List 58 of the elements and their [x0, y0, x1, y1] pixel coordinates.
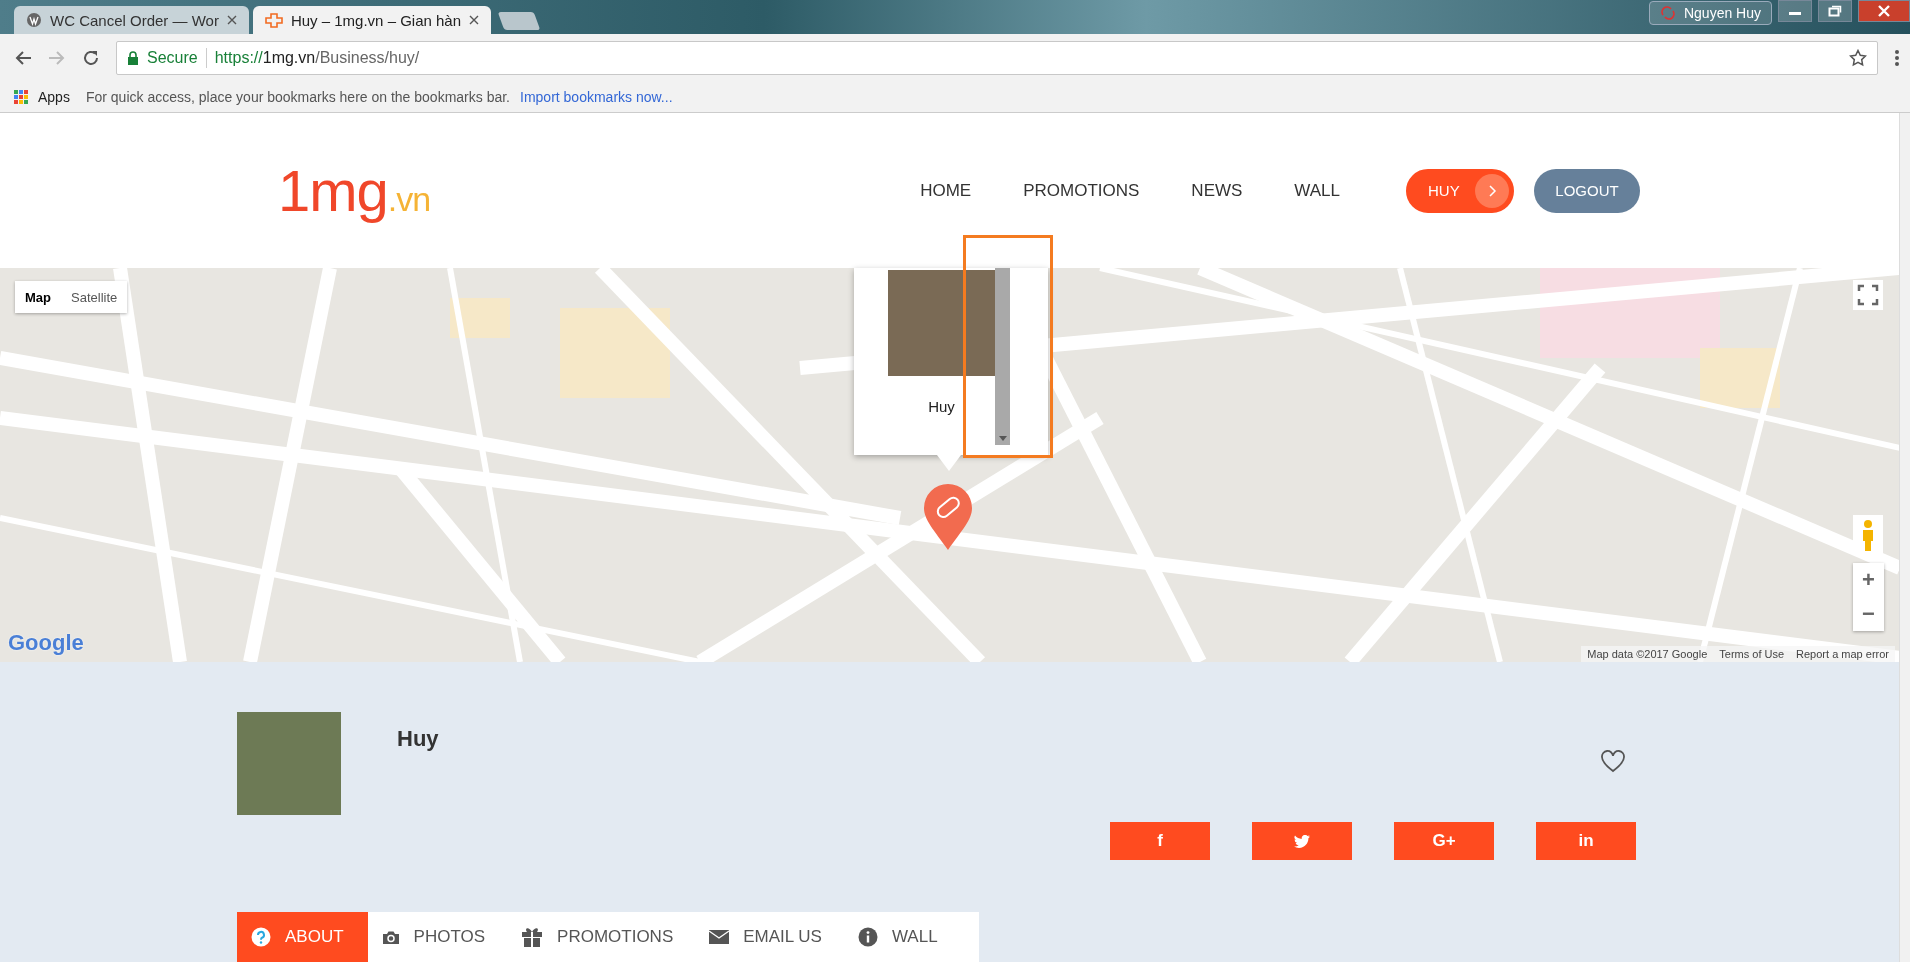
close-icon: [1877, 5, 1891, 17]
star-icon[interactable]: [1849, 49, 1867, 67]
scrollbar[interactable]: [1899, 113, 1910, 962]
maximize-button[interactable]: [1818, 0, 1852, 22]
logout-button[interactable]: LOGOUT: [1534, 168, 1641, 213]
secure-label: Secure: [147, 49, 198, 67]
twitter-share-button[interactable]: [1252, 822, 1352, 860]
profile-tab[interactable]: EMAIL US: [695, 912, 844, 962]
apps-grid-icon[interactable]: [14, 90, 28, 104]
zoom-out-button[interactable]: −: [1853, 597, 1884, 631]
nav-link[interactable]: PROMOTIONS: [1023, 180, 1140, 201]
heart-icon[interactable]: [1600, 750, 1626, 774]
new-tab-button[interactable]: [497, 12, 541, 30]
zoom-in-button[interactable]: +: [1853, 563, 1884, 597]
close-icon[interactable]: [469, 15, 480, 25]
profile-tab[interactable]: PROMOTIONS: [507, 912, 696, 962]
reload-icon[interactable]: [82, 49, 100, 67]
gift-icon: [521, 926, 544, 948]
bird-icon: [1294, 834, 1310, 848]
info-window-title: Huy: [927, 398, 956, 415]
business-name: Huy: [397, 726, 439, 753]
map-link[interactable]: Report a map error: [1790, 646, 1895, 662]
map-type-button[interactable]: Satellite: [61, 281, 128, 313]
info-icon: [857, 927, 878, 947]
question-icon: [251, 927, 271, 947]
minimize-button[interactable]: [1778, 0, 1812, 22]
apps-link[interactable]: Apps: [38, 89, 70, 105]
down-arrow-icon[interactable]: [998, 436, 1007, 441]
profile-tab[interactable]: WALL: [843, 912, 960, 962]
nav-link[interactable]: NEWS: [1191, 180, 1243, 201]
restore-icon: [1828, 5, 1842, 17]
sync-icon: [1659, 6, 1676, 20]
envelope-icon: [709, 930, 730, 944]
camera-icon: [381, 929, 400, 945]
back-icon[interactable]: [14, 50, 32, 66]
menu-icon[interactable]: [1894, 49, 1900, 67]
chevron-icon: [1475, 173, 1510, 208]
map-link[interactable]: Terms of Use: [1713, 646, 1791, 662]
bookmarks-hint: For quick access, place your bookmarks here on the bookmarks bar.: [85, 89, 510, 105]
nav-link[interactable]: WALL: [1294, 180, 1341, 201]
browser-tab[interactable]: Huy – 1mg.vn – Gian hàn: [252, 6, 492, 34]
browser-tab[interactable]: WC Cancel Order — Wor: [14, 6, 249, 34]
fullscreen-icon[interactable]: [1853, 280, 1883, 310]
map-type-button[interactable]: Map: [15, 281, 61, 313]
url-text: https://1mg.vn/Business/huy/: [214, 49, 420, 67]
lock-icon: [127, 51, 139, 65]
scrollbar[interactable]: [995, 268, 1010, 445]
import-bookmarks-link[interactable]: Import bookmarks now...: [520, 89, 673, 105]
close-icon[interactable]: [226, 15, 237, 25]
cross-logo-icon: [264, 12, 283, 28]
profile-tab[interactable]: PHOTOS: [367, 912, 508, 962]
wordpress-icon: [26, 12, 42, 28]
nav-link[interactable]: HOME: [920, 180, 972, 201]
address-bar[interactable]: Secure https://1mg.vn/Business/huy/: [116, 41, 1878, 75]
map-pin-icon: [922, 482, 974, 552]
map-data-text: Map data ©2017 Google: [1586, 647, 1709, 662]
close-button[interactable]: [1858, 0, 1910, 22]
profile-button[interactable]: Nguyen Huy: [1648, 1, 1772, 25]
